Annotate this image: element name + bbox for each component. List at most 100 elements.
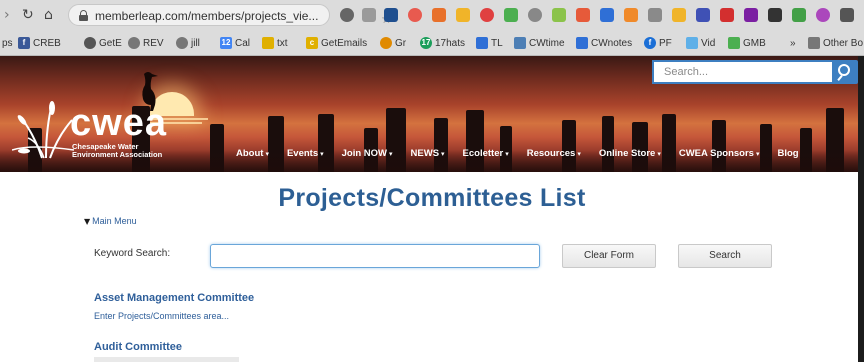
keyword-search-label: Keyword Search: [94,248,171,259]
main-menu-toggle[interactable]: ▼ Main Menu [84,216,137,226]
bookmark-favicon-icon [514,37,526,49]
search-button[interactable]: Search [678,244,772,268]
nav-item-blog[interactable]: Blog [777,148,798,162]
nav-item-ecoletter[interactable]: Ecoletter ▾ [463,148,509,162]
nav-item-about[interactable]: About ▾ [236,148,269,162]
committee-enter-link[interactable]: Enter Projects/Committees area... [94,311,229,321]
docs-icon [576,37,588,49]
keyword-search-input[interactable] [210,244,540,268]
bookmark-item[interactable]: CWtime [514,35,565,51]
clear-form-button[interactable]: Clear Form [562,244,656,268]
trello-icon [476,37,488,49]
extension-icon[interactable] [384,8,398,22]
extension-icon[interactable] [696,8,710,22]
bookmark-favicon-icon [128,37,140,49]
extension-icon[interactable] [648,8,662,22]
nav-item-online-store[interactable]: Online Store ▾ [599,148,661,162]
bookmark-favicon-icon [84,37,96,49]
extension-icon[interactable] [362,8,376,22]
bookmark-item[interactable]: GMB [728,35,766,51]
bookmark-item[interactable]: txt [262,35,288,51]
bookmark-favicon-icon [686,37,698,49]
extension-icon[interactable] [552,8,566,22]
extension-icon[interactable] [672,8,686,22]
nav-item-cwea-sponsors[interactable]: CWEA Sponsors ▾ [679,148,760,162]
bookmark-item[interactable]: 12 Cal [220,35,250,51]
site-search-button[interactable] [832,60,858,84]
bookmark-item[interactable]: TL [476,35,503,51]
committee-title[interactable]: Audit Committee [94,341,182,353]
facebook-icon: f [644,37,656,49]
address-bar-row: › ↻ ⌂ memberleap.com/members/projects_vi… [0,0,864,30]
bookmarks-bar: ps f CREB GetE REV jill 12 Cal txt c GetEma… [0,31,864,55]
calendar-icon: 12 [220,37,232,49]
bookmark-item[interactable]: f PF [644,35,672,51]
bookmark-item[interactable]: jill [176,35,200,51]
nav-item-join-now[interactable]: Join NOW ▾ [342,148,393,162]
bookmark-favicon-icon: c [306,37,318,49]
caret-down-icon: ▾ [577,150,581,158]
bookmark-item[interactable]: REV [128,35,164,51]
nav-item-resources[interactable]: Resources ▾ [527,148,581,162]
caret-down-icon: ▾ [389,150,393,158]
bookmark-item[interactable]: Vid [686,35,715,51]
bookmark-item[interactable]: c GetEmails [306,35,367,51]
committee-enter-link[interactable] [94,357,239,362]
search-icon [838,64,850,76]
extension-icon[interactable] [840,8,854,22]
lock-icon [79,10,88,21]
bookmark-item[interactable]: 17 17hats [420,35,465,51]
extension-icon[interactable] [792,8,806,22]
caret-down-icon: ▾ [505,150,509,158]
extension-icon[interactable] [744,8,758,22]
extension-icon[interactable] [528,8,542,22]
bookmark-favicon-icon [380,37,392,49]
bookmark-item[interactable]: CWnotes [576,35,632,51]
extension-icon[interactable] [340,8,354,22]
extension-icon[interactable] [624,8,638,22]
address-bar[interactable]: memberleap.com/members/projects_vie... ☆ [68,4,392,26]
bookmark-favicon-icon [728,37,740,49]
bookmark-item[interactable]: f CREB [18,35,61,51]
extension-icon[interactable] [432,8,446,22]
caret-down-icon: ▾ [265,150,269,158]
home-icon[interactable]: ⌂ [44,8,53,22]
cattail-logo-icon [12,101,75,159]
page-title: Projects/Committees List [278,184,586,212]
caret-down-icon: ▾ [755,150,760,158]
bookmark-item[interactable]: Gr [380,35,406,51]
site-search-input[interactable]: Search... [652,60,832,84]
main-navigation: About ▾ Events ▾ Join NOW ▾ NEWS ▾ Ecoletter… [236,148,817,162]
bookmark-favicon-icon: 17 [420,37,432,49]
url-text: memberleap.com/members/projects_vie... [95,9,319,23]
folder-icon [808,37,820,49]
bookmark-item[interactable]: GetE [84,35,122,51]
reload-icon[interactable]: ↻ [22,8,34,22]
extension-icon[interactable] [816,8,830,22]
extension-icon[interactable] [408,8,422,22]
logo-subtitle: Chesapeake Water Environment Association [72,142,163,159]
extension-icon[interactable] [456,8,470,22]
browser-chrome: › ↻ ⌂ memberleap.com/members/projects_vi… [0,0,864,56]
committee-title[interactable]: Asset Management Committee [94,292,254,304]
nav-item-events[interactable]: Events ▾ [287,148,324,162]
bookmark-item[interactable]: ps [2,35,13,51]
bookmark-item[interactable]: Other Bo [808,35,863,51]
forward-icon[interactable]: › [4,8,10,22]
extension-icon[interactable] [768,8,782,22]
facebook-icon: f [18,37,30,49]
cwea-logo-wordmark[interactable]: cwea [70,104,167,142]
caret-down-icon: ▾ [441,150,445,158]
triangle-down-icon: ▼ [84,217,91,226]
extension-icon[interactable] [600,8,614,22]
bookmark-favicon-icon [262,37,274,49]
extension-icon[interactable] [576,8,590,22]
extension-icon[interactable] [480,8,494,22]
caret-down-icon: ▾ [320,150,324,158]
bookmark-favicon-icon [176,37,188,49]
extension-icon[interactable] [504,8,518,22]
extension-icon[interactable] [720,8,734,22]
bookmarks-overflow[interactable]: » [790,35,796,51]
nav-item-news[interactable]: NEWS ▾ [411,148,445,162]
caret-down-icon: ▾ [657,150,661,158]
